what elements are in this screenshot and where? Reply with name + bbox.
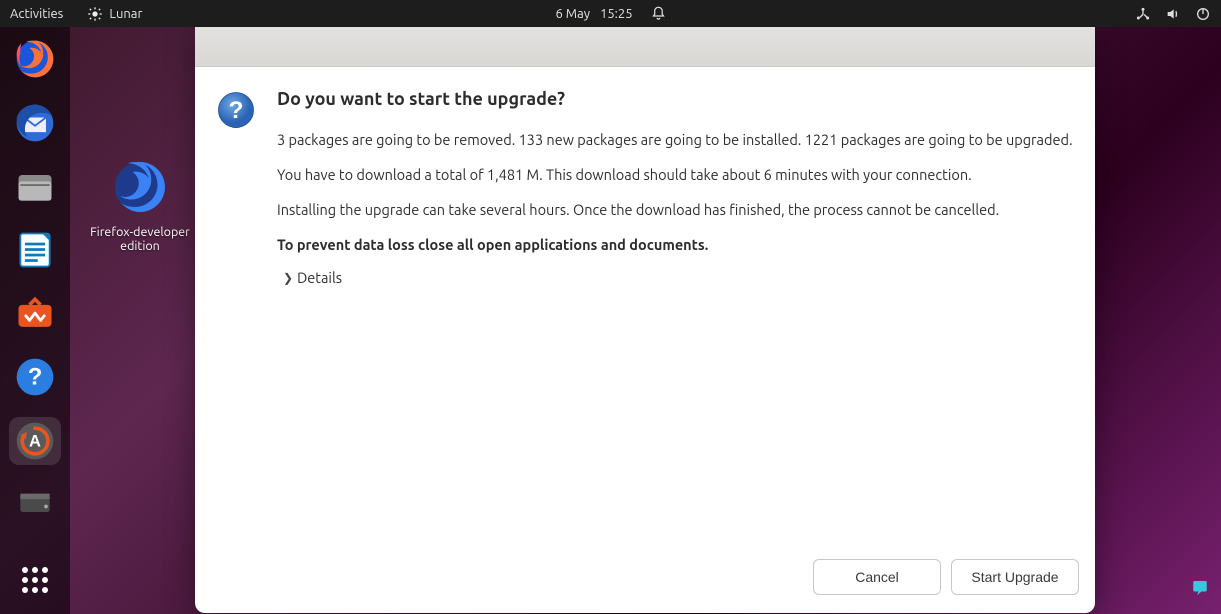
sun-icon bbox=[87, 6, 103, 22]
svg-text:?: ? bbox=[28, 364, 43, 391]
dock-item-external-drive[interactable] bbox=[9, 477, 61, 525]
date-label: 6 May bbox=[555, 7, 590, 21]
dialog-heading: Do you want to start the upgrade? bbox=[277, 89, 1075, 109]
active-app-indicator[interactable]: Lunar bbox=[87, 6, 142, 22]
dialog-line-3: Installing the upgrade can take several … bbox=[277, 199, 1075, 220]
apps-grid-icon bbox=[17, 562, 53, 598]
top-bar: Activities Lunar 6 May 15:25 bbox=[0, 0, 1221, 27]
clock-area[interactable]: 6 May 15:25 bbox=[555, 6, 665, 21]
dock-show-apps[interactable] bbox=[9, 556, 61, 604]
notification-tray-icon[interactable] bbox=[1191, 578, 1209, 596]
dock-item-help[interactable]: ? bbox=[9, 353, 61, 401]
volume-icon[interactable] bbox=[1165, 6, 1181, 22]
firefox-dev-icon bbox=[108, 155, 172, 219]
libreoffice-writer-icon bbox=[13, 228, 57, 272]
help-icon: ? bbox=[13, 355, 57, 399]
dialog-line-1: 3 packages are going to be removed. 133 … bbox=[277, 129, 1075, 150]
cancel-button[interactable]: Cancel bbox=[813, 559, 941, 595]
time-label: 15:25 bbox=[600, 7, 633, 21]
chevron-right-icon: ❯ bbox=[283, 271, 293, 285]
dock-item-firefox[interactable] bbox=[9, 35, 61, 83]
dialog-titlebar[interactable] bbox=[195, 27, 1095, 67]
ubuntu-software-icon bbox=[13, 292, 57, 336]
dialog-warning: To prevent data loss close all open appl… bbox=[277, 234, 1075, 255]
dialog-line-2: You have to download a total of 1,481 M.… bbox=[277, 164, 1075, 185]
dock-item-writer[interactable] bbox=[9, 226, 61, 274]
power-icon[interactable] bbox=[1195, 6, 1211, 22]
svg-text:A: A bbox=[29, 432, 41, 450]
dock-item-ubuntu-software[interactable] bbox=[9, 290, 61, 338]
bell-icon bbox=[651, 6, 666, 21]
details-label: Details bbox=[297, 269, 342, 286]
firefox-icon bbox=[13, 37, 57, 81]
drive-icon bbox=[13, 479, 57, 523]
dock-item-files[interactable] bbox=[9, 162, 61, 210]
thunderbird-icon bbox=[13, 101, 57, 145]
software-updater-icon: A bbox=[13, 419, 57, 463]
active-app-name: Lunar bbox=[109, 7, 142, 21]
svg-text:?: ? bbox=[229, 97, 244, 124]
desktop-launcher-label: Firefox-developer edition bbox=[85, 225, 195, 253]
activities-button[interactable]: Activities bbox=[10, 7, 63, 21]
upgrade-dialog: ? Do you want to start the upgrade? 3 pa… bbox=[195, 27, 1095, 613]
dock-item-thunderbird[interactable] bbox=[9, 99, 61, 147]
question-icon: ? bbox=[215, 89, 257, 131]
details-expander[interactable]: ❯ Details bbox=[277, 269, 1075, 286]
desktop-launcher-firefox-dev[interactable]: Firefox-developer edition bbox=[85, 155, 195, 253]
dock: ? A bbox=[0, 27, 70, 614]
files-icon bbox=[13, 164, 57, 208]
start-upgrade-button[interactable]: Start Upgrade bbox=[951, 559, 1079, 595]
dock-item-software-updater[interactable]: A bbox=[9, 417, 61, 465]
network-icon[interactable] bbox=[1135, 6, 1151, 22]
